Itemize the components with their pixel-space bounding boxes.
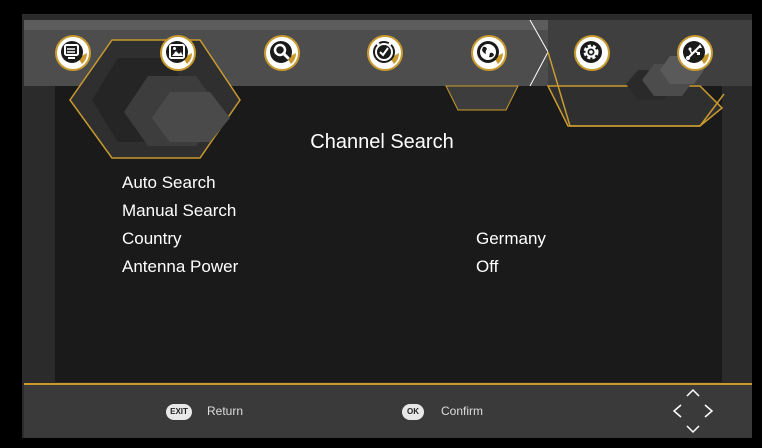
gear-icon[interactable]	[573, 34, 611, 72]
menu-item-country[interactable]: Country	[122, 229, 182, 249]
confirm-hint[interactable]: Confirm	[441, 404, 483, 418]
menu-item-manual-search[interactable]: Manual Search	[122, 201, 236, 221]
return-hint[interactable]: Return	[207, 404, 243, 418]
globe-icon[interactable]	[470, 34, 508, 72]
clock-icon[interactable]	[366, 34, 404, 72]
ok-key-icon: OK	[402, 404, 424, 420]
monitor-icon[interactable]	[54, 34, 92, 72]
tv-menu-screen: Channel Search Auto Search Manual Search…	[0, 0, 762, 448]
antenna-power-value[interactable]: Off	[476, 257, 498, 277]
usb-icon[interactable]	[676, 34, 714, 72]
country-value[interactable]: Germany	[476, 229, 546, 249]
exit-key-icon: EXIT	[166, 404, 192, 420]
navigation-arrows-icon	[672, 388, 714, 434]
page-title: Channel Search	[310, 131, 454, 153]
image-icon[interactable]	[159, 34, 197, 72]
menu-item-antenna-power[interactable]: Antenna Power	[122, 257, 238, 277]
footer-bar: EXIT Return OK Confirm	[24, 383, 752, 438]
menu-item-auto-search[interactable]: Auto Search	[122, 173, 216, 193]
search-icon[interactable]	[263, 34, 301, 72]
